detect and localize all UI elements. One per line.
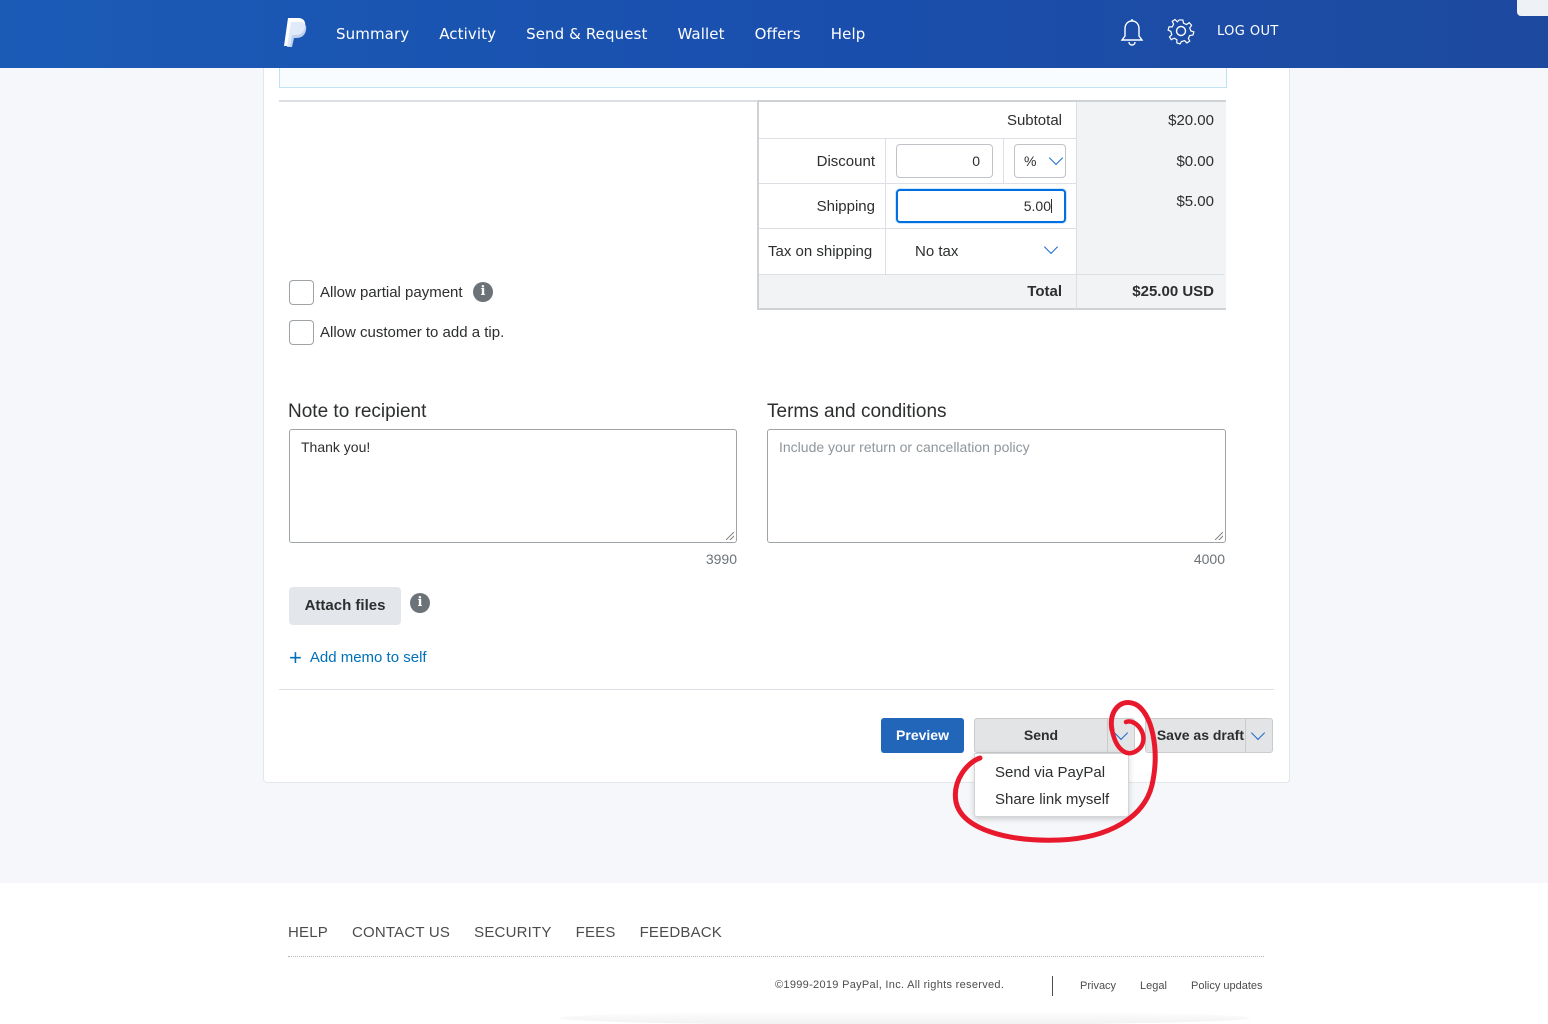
shipping-input-value: 5.00 (1023, 198, 1051, 214)
logout-link[interactable]: LOG OUT (1217, 24, 1279, 39)
preview-button[interactable]: Preview (881, 718, 964, 753)
nav-offers[interactable]: Offers (755, 25, 801, 43)
footer-links: HELP CONTACT US SECURITY FEES FEEDBACK (288, 924, 746, 941)
discount-input[interactable]: 0 (896, 144, 993, 178)
send-button[interactable]: Send (975, 719, 1107, 752)
paypal-logo-icon[interactable] (280, 16, 308, 48)
total-label: Total (1027, 283, 1062, 300)
add-memo-link[interactable]: + Add memo to self (289, 645, 427, 671)
column-divider (1003, 139, 1004, 184)
nav-activity[interactable]: Activity (439, 25, 496, 43)
terms-char-counter: 4000 (1193, 551, 1225, 567)
chevron-down-icon (1048, 150, 1064, 166)
tip-label: Allow customer to add a tip. (320, 324, 505, 341)
row-divider (759, 228, 1076, 229)
chevron-down-icon (1043, 239, 1059, 255)
info-icon[interactable]: i (410, 593, 430, 613)
section-divider (279, 100, 757, 102)
footer-shadow (560, 1011, 1250, 1024)
nav-summary[interactable]: Summary (336, 25, 409, 43)
shipping-value: $5.00 (1176, 193, 1214, 210)
info-icon[interactable]: i (473, 282, 493, 302)
send-button-group: Send (974, 718, 1135, 753)
resize-grip-icon[interactable] (1215, 532, 1223, 540)
actions-divider (279, 689, 1274, 690)
partial-payment-checkbox[interactable] (289, 280, 314, 305)
footer-separator (1052, 976, 1053, 996)
terms-textarea[interactable]: Include your return or cancellation poli… (767, 429, 1226, 543)
footer-help-link[interactable]: HELP (288, 924, 328, 941)
copyright: ©1999-2019 PayPal, Inc. All rights reser… (775, 979, 1005, 991)
menu-item-send-via-paypal[interactable]: Send via PayPal (995, 764, 1105, 781)
tax-select[interactable]: No tax (896, 232, 1066, 270)
subtotal-label: Subtotal (1006, 112, 1062, 129)
nav-send-request[interactable]: Send & Request (526, 25, 647, 43)
footer-divider (288, 956, 1264, 957)
column-divider (1076, 275, 1077, 309)
info-banner (279, 68, 1227, 88)
discount-type-select[interactable]: % (1014, 144, 1066, 178)
total-row: Total $25.00 USD (759, 274, 1224, 309)
privacy-link[interactable]: Privacy (1080, 980, 1116, 992)
terms-title: Terms and conditions (767, 401, 947, 422)
discount-label: Discount (816, 153, 875, 170)
button-split (1107, 719, 1108, 752)
top-nav-bar: Summary Activity Send & Request Wallet O… (0, 0, 1548, 68)
menu-item-share-link[interactable]: Share link myself (995, 791, 1109, 808)
footer: HELP CONTACT US SECURITY FEES FEEDBACK ©… (0, 883, 1548, 1024)
save-draft-button[interactable]: Save as draft (1146, 719, 1244, 752)
shipping-input[interactable]: 5.00 (896, 189, 1066, 223)
subtotal-value: $20.00 (1168, 112, 1214, 129)
side-tab[interactable] (1517, 0, 1548, 16)
legal-link[interactable]: Legal (1140, 980, 1167, 992)
partial-payment-label: Allow partial payment (320, 284, 463, 301)
note-char-counter: 3990 (705, 551, 737, 567)
main-nav: Summary Activity Send & Request Wallet O… (336, 0, 895, 68)
footer-security-link[interactable]: SECURITY (474, 924, 551, 941)
footer-feedback-link[interactable]: FEEDBACK (640, 924, 722, 941)
discount-unit: % (1024, 153, 1037, 169)
send-options-menu: Send via PayPal Share link myself (974, 753, 1129, 817)
save-draft-button-group: Save as draft (1145, 718, 1273, 753)
add-memo-label: Add memo to self (309, 649, 427, 666)
gear-icon[interactable] (1167, 17, 1195, 45)
totals-table: Subtotal $20.00 Discount 0 % $0.00 Shipp… (757, 100, 1226, 310)
tax-shipping-label: Tax on shipping (768, 243, 873, 260)
note-text: Thank you! (301, 439, 371, 455)
attach-files-button[interactable]: Attach files (289, 587, 401, 625)
discount-value: $0.00 (1176, 153, 1214, 170)
column-divider (885, 139, 886, 274)
text-cursor (1051, 199, 1052, 213)
tip-checkbox[interactable] (289, 320, 314, 345)
footer-contact-link[interactable]: CONTACT US (352, 924, 450, 941)
policy-updates-link[interactable]: Policy updates (1191, 980, 1263, 992)
shipping-label: Shipping (816, 198, 875, 215)
nav-help[interactable]: Help (831, 25, 866, 43)
button-split (1245, 719, 1246, 752)
footer-fees-link[interactable]: FEES (576, 924, 616, 941)
row-divider (759, 138, 1076, 139)
total-value: $25.00 USD (1132, 283, 1214, 300)
note-textarea[interactable]: Thank you! (289, 429, 737, 543)
row-divider (759, 183, 1076, 184)
bell-icon[interactable] (1120, 18, 1144, 46)
terms-placeholder: Include your return or cancellation poli… (779, 439, 1030, 455)
nav-wallet[interactable]: Wallet (677, 25, 724, 43)
chevron-down-icon[interactable] (1113, 725, 1129, 741)
plus-icon: + (289, 645, 302, 670)
note-title: Note to recipient (288, 401, 427, 422)
tax-select-value: No tax (915, 243, 959, 260)
chevron-down-icon[interactable] (1250, 725, 1266, 741)
resize-grip-icon[interactable] (726, 532, 734, 540)
